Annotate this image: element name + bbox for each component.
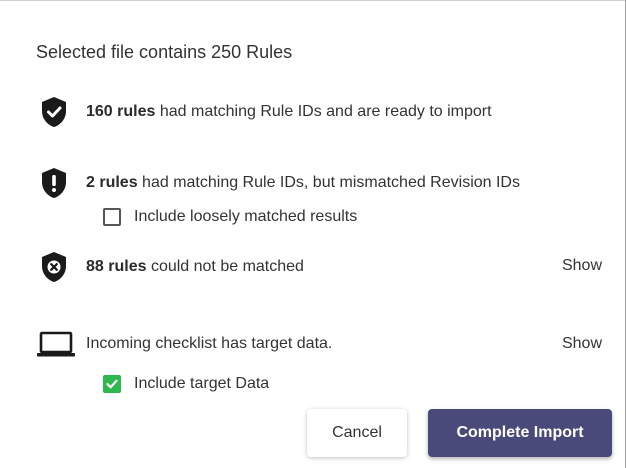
target-data-row: Incoming checklist has target data. <box>37 328 332 360</box>
laptop-icon <box>37 328 75 360</box>
unmatched-rules-text: 88 rules could not be matched <box>86 258 304 276</box>
include-loose-row[interactable]: Include loosely matched results <box>103 208 357 226</box>
shield-exclamation-icon <box>40 167 72 199</box>
shield-x-icon <box>40 251 72 283</box>
dialog-title: Selected file contains 250 Rules <box>36 42 293 62</box>
matched-rules-description: had matching Rule IDs and are ready to i… <box>159 103 492 120</box>
import-dialog: Selected file contains 250 Rules 160 rul… <box>0 0 626 468</box>
include-target-checkbox[interactable] <box>103 375 121 393</box>
unmatched-rules-description: could not be matched <box>150 258 304 275</box>
include-target-row[interactable]: Include target Data <box>103 375 269 393</box>
target-data-text: Incoming checklist has target data. <box>86 335 333 352</box>
include-target-label: Include target Data <box>134 375 270 392</box>
show-target-data-button[interactable]: Show <box>562 335 602 353</box>
dialog-top-border <box>0 0 626 1</box>
matched-rules-row: 160 rules had matching Rule IDs and are … <box>40 96 492 128</box>
mismatched-rules-count: 2 rules <box>86 174 138 191</box>
include-loose-label: Include loosely matched results <box>134 208 358 225</box>
mismatched-rules-description: had matching Rule IDs, but mismatched Re… <box>142 174 520 191</box>
matched-rules-text: 160 rules had matching Rule IDs and are … <box>86 103 492 121</box>
include-loose-checkbox[interactable] <box>103 208 121 226</box>
mismatched-rules-row: 2 rules had matching Rule IDs, but misma… <box>40 167 520 199</box>
mismatched-rules-text: 2 rules had matching Rule IDs, but misma… <box>86 174 520 192</box>
complete-import-button[interactable]: Complete Import <box>428 409 612 457</box>
unmatched-rules-row: 88 rules could not be matched <box>40 251 304 283</box>
matched-rules-count: 160 rules <box>86 103 156 120</box>
show-unmatched-button[interactable]: Show <box>562 257 602 275</box>
cancel-button[interactable]: Cancel <box>307 409 407 457</box>
checkmark-icon <box>106 379 118 389</box>
shield-check-icon <box>40 96 72 128</box>
unmatched-rules-count: 88 rules <box>86 258 147 275</box>
